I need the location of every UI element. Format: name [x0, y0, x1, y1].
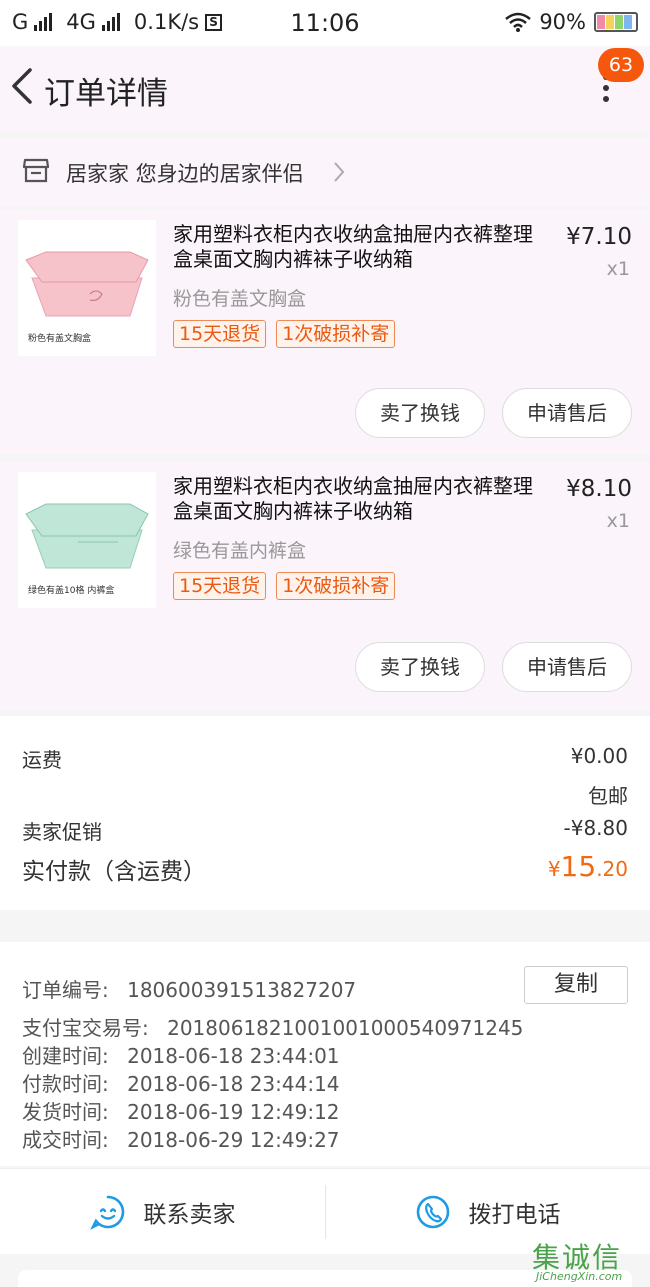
phone-icon [416, 1195, 449, 1229]
tag-damage: 1次破损补寄 [276, 320, 396, 348]
shipped-label: 发货时间: [22, 1100, 109, 1124]
alipay-row: 支付宝交易号: 2018061821001001000540971245 [22, 1012, 523, 1041]
after-sale-button[interactable]: 申请售后 [502, 642, 632, 692]
paid-time: 2018-06-18 23:44:14 [127, 1072, 340, 1096]
alipay-number: 2018061821001001000540971245 [167, 1016, 524, 1040]
order-number: 180600391513827207 [127, 978, 357, 1002]
shop-header[interactable]: 居家家 您身边的居家伴侣 [0, 138, 650, 206]
done-label: 成交时间: [22, 1128, 109, 1152]
after-sale-button[interactable]: 申请售后 [502, 388, 632, 438]
product-price: ¥8.10 [566, 476, 632, 502]
order-info: 订单编号: 180600391513827207 复制 支付宝交易号: 2018… [0, 942, 650, 1166]
product-box-image [25, 251, 149, 317]
shipped-time: 2018-06-19 12:49:12 [127, 1100, 340, 1124]
price-summary: 运费 ¥0.00 包邮 卖家促销 -¥8.80 实付款（含运费） ¥15.20 [0, 716, 650, 910]
alipay-label: 支付宝交易号: [22, 1016, 149, 1040]
paid-label: 实付款（含运费） [22, 859, 206, 885]
contact-seller-button[interactable]: 联系卖家 [0, 1169, 325, 1255]
shipping-value: ¥0.00 [570, 744, 628, 768]
product-thumbnail[interactable]: 粉色有盖文胸盒 [18, 220, 156, 356]
shipped-row: 发货时间: 2018-06-19 12:49:12 [22, 1096, 340, 1125]
back-arrow-icon[interactable] [8, 66, 38, 106]
battery-icon [594, 12, 638, 32]
service-tags: 15天退货 1次破损补寄 [173, 320, 396, 348]
sell-button[interactable]: 卖了换钱 [355, 388, 485, 438]
product-thumbnail[interactable]: 绿色有盖10格 内裤盒 [18, 472, 156, 608]
service-tags: 15天退货 1次破损补寄 [173, 572, 396, 600]
promo-value: -¥8.80 [563, 816, 628, 840]
tag-return: 15天退货 [173, 572, 267, 600]
thumbnail-caption: 粉色有盖文胸盒 [28, 334, 92, 344]
contact-seller-label: 联系卖家 [143, 1202, 236, 1228]
product-price: ¥7.10 [566, 224, 632, 250]
page-title: 订单详情 [44, 76, 168, 112]
watermark-url: JiChengXin.com [536, 1270, 623, 1283]
battery-percent: 90% [539, 10, 586, 34]
tag-return: 15天退货 [173, 320, 267, 348]
chat-smile-icon [89, 1195, 124, 1230]
promo-label: 卖家促销 [22, 820, 102, 844]
paid-dec: .20 [596, 857, 628, 881]
created-row: 创建时间: 2018-06-18 23:44:01 [22, 1040, 340, 1069]
product-title: 家用塑料衣柜内衣收纳盒抽屉内衣裤整理盒桌面文胸内裤袜子收纳箱 [173, 222, 533, 271]
paid-currency: ¥ [547, 857, 561, 881]
watermark: 集诚信 JiChengXin.com [532, 1236, 650, 1287]
nav-bar: 订单详情 63 [0, 46, 650, 132]
call-label: 拨打电话 [468, 1202, 561, 1228]
thumbnail-caption: 绿色有盖10格 内裤盒 [28, 586, 115, 596]
created-label: 创建时间: [22, 1044, 109, 1068]
order-number-label: 订单编号: [22, 978, 109, 1002]
copy-button[interactable]: 复制 [524, 966, 628, 1004]
paid-time-label: 付款时间: [22, 1072, 109, 1096]
tag-damage: 1次破损补寄 [276, 572, 396, 600]
shipping-note: 包邮 [588, 784, 628, 808]
product-title: 家用塑料衣柜内衣收纳盒抽屉内衣裤整理盒桌面文胸内裤袜子收纳箱 [173, 474, 533, 523]
chevron-right-icon [334, 162, 345, 182]
done-time: 2018-06-29 12:49:27 [127, 1128, 340, 1152]
notification-badge: 63 [598, 48, 644, 82]
paid-amount: ¥15.20 [548, 850, 628, 883]
order-item[interactable]: 绿色有盖10格 内裤盒 家用塑料衣柜内衣收纳盒抽屉内衣裤整理盒桌面文胸内裤袜子收… [0, 462, 650, 710]
product-sku: 绿色有盖内裤盒 [173, 540, 307, 562]
done-row: 成交时间: 2018-06-29 12:49:27 [22, 1124, 340, 1153]
shop-name: 居家家 您身边的居家伴侣 [66, 162, 304, 186]
product-sku: 粉色有盖文胸盒 [173, 288, 307, 310]
paid-time-row: 付款时间: 2018-06-18 23:44:14 [22, 1068, 340, 1097]
product-box-image [25, 503, 149, 569]
product-quantity: x1 [606, 258, 630, 280]
status-bar: G 4G 0.1K/s S 11:06 90% [0, 0, 650, 46]
order-number-row: 订单编号: 180600391513827207 [22, 974, 356, 1003]
wifi-icon [505, 12, 532, 32]
sell-button[interactable]: 卖了换钱 [355, 642, 485, 692]
paid-int: 15 [560, 850, 597, 883]
store-icon [22, 158, 50, 183]
shipping-label: 运费 [22, 748, 62, 772]
status-right: 90% [505, 10, 638, 34]
order-item[interactable]: 粉色有盖文胸盒 家用塑料衣柜内衣收纳盒抽屉内衣裤整理盒桌面文胸内裤袜子收纳箱 粉… [0, 210, 650, 454]
product-quantity: x1 [606, 510, 630, 532]
created-time: 2018-06-18 23:44:01 [127, 1044, 340, 1068]
